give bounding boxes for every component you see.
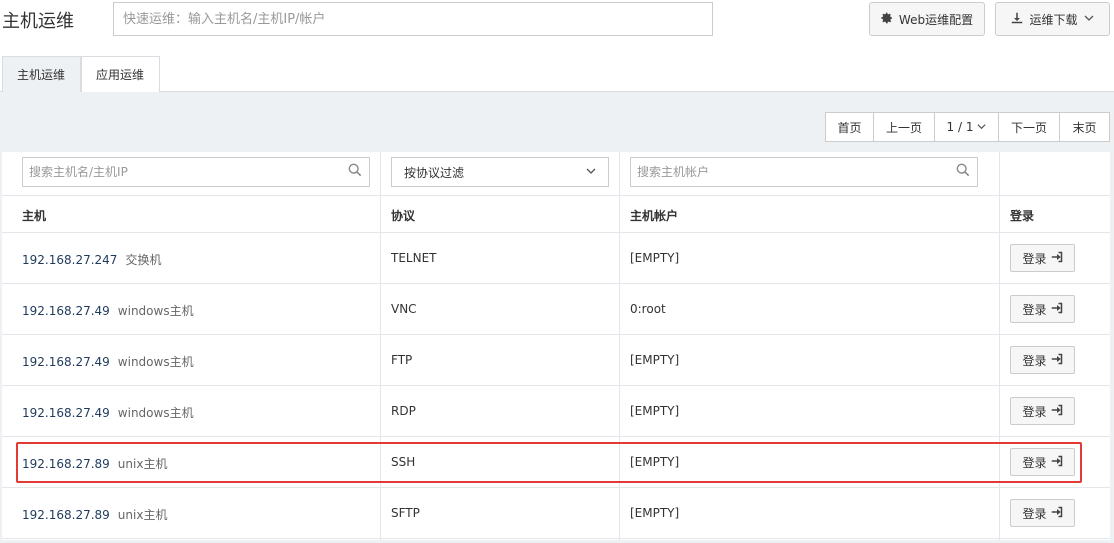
quick-search-input[interactable] [113, 2, 713, 36]
login-button[interactable]: 登录 [1010, 448, 1075, 476]
protocol-filter-select[interactable]: 按协议过滤 [391, 157, 609, 187]
protocol-filter-label: 按协议过滤 [404, 165, 465, 180]
account-cell: [EMPTY] [630, 404, 680, 418]
pager-last-button[interactable]: 末页 [1060, 113, 1109, 141]
host-cell: 192.168.27.89 unix主机 [22, 506, 167, 523]
login-label: 登录 [1022, 455, 1047, 470]
pager-next-button[interactable]: 下一页 [999, 113, 1060, 141]
host-name: windows主机 [117, 355, 194, 369]
web-config-button[interactable]: Web运维配置 [869, 2, 985, 36]
login-button[interactable]: 登录 [1010, 244, 1075, 272]
host-name: unix主机 [117, 508, 168, 522]
host-ip: 192.168.27.89 [22, 508, 110, 522]
table-row: 192.168.27.49 windows主机 FTP [EMPTY] 登录 [2, 335, 1110, 386]
login-label: 登录 [1022, 404, 1047, 419]
host-ip: 192.168.27.49 [22, 304, 110, 318]
pager-prev-button[interactable]: 上一页 [874, 113, 935, 141]
login-label: 登录 [1022, 251, 1047, 266]
web-config-label: Web运维配置 [898, 12, 974, 27]
protocol-cell: TELNET [391, 251, 437, 265]
protocol-cell: VNC [391, 302, 417, 316]
column-header-host: 主机 [22, 209, 47, 223]
download-button[interactable]: 运维下载 [995, 2, 1110, 36]
top-bar: 主机运维 Web运维配置 运维下载 [0, 0, 1114, 56]
account-cell: [EMPTY] [630, 506, 680, 520]
host-table: 按协议过滤 主机 协议 主机帐户 登录 192.168.27.247 交换机 TE… [2, 152, 1110, 540]
host-cell: 192.168.27.49 windows主机 [22, 353, 194, 370]
filter-row: 按协议过滤 [2, 152, 1110, 195]
host-cell: 192.168.27.89 unix主机 [22, 455, 167, 472]
tab-bar: 主机运维 应用运维 [0, 56, 1114, 92]
page-title: 主机运维 [2, 11, 74, 32]
tab-host-ops[interactable]: 主机运维 [2, 56, 81, 92]
sign-in-icon [1051, 404, 1063, 419]
login-label: 登录 [1022, 302, 1047, 317]
host-name: unix主机 [117, 457, 168, 471]
table-row: 192.168.27.89 unix主机 SSH [EMPTY] 登录 [2, 437, 1110, 488]
account-cell: [EMPTY] [630, 455, 680, 469]
login-button[interactable]: 登录 [1010, 295, 1075, 323]
chevron-down-icon [977, 120, 986, 134]
column-header-account: 主机帐户 [630, 209, 679, 223]
login-label: 登录 [1022, 353, 1047, 368]
download-label: 运维下载 [1029, 12, 1078, 27]
protocol-cell: FTP [391, 353, 413, 367]
account-cell: [EMPTY] [630, 251, 680, 265]
sign-in-icon [1051, 302, 1063, 317]
search-icon[interactable] [956, 163, 972, 179]
host-ip: 192.168.27.49 [22, 406, 110, 420]
table-row: 192.168.27.49 windows主机 RDP [EMPTY] 登录 [2, 386, 1110, 437]
table-row: 192.168.27.49 windows主机 VNC 0:root 登录 [2, 284, 1110, 335]
host-cell: 192.168.27.49 windows主机 [22, 302, 194, 319]
login-label: 登录 [1022, 506, 1047, 521]
host-name: windows主机 [117, 304, 194, 318]
host-cell: 192.168.27.247 交换机 [22, 251, 161, 268]
protocol-cell: RDP [391, 404, 416, 418]
account-cell: 0:root [630, 302, 666, 316]
host-search-input[interactable] [22, 157, 370, 187]
table-header: 主机 协议 主机帐户 登录 [2, 195, 1110, 233]
sign-in-icon [1051, 455, 1063, 470]
table-row: 192.168.27.247 交换机 TELNET [EMPTY] 登录 [2, 233, 1110, 284]
pager-page-select[interactable]: 1 / 1 [935, 113, 999, 141]
protocol-cell: SFTP [391, 506, 420, 520]
host-ip: 192.168.27.49 [22, 355, 110, 369]
host-ip: 192.168.27.247 [22, 253, 118, 267]
tab-app-ops[interactable]: 应用运维 [81, 56, 160, 92]
protocol-cell: SSH [391, 455, 416, 469]
chevron-down-icon [1084, 13, 1094, 25]
pager-page-label: 1 / 1 [946, 120, 974, 134]
gear-icon [881, 12, 893, 26]
login-button[interactable]: 登录 [1010, 499, 1075, 527]
account-search-input[interactable] [630, 157, 978, 187]
host-cell: 192.168.27.49 windows主机 [22, 404, 194, 421]
column-header-protocol: 协议 [391, 209, 416, 223]
sign-in-icon [1051, 353, 1063, 368]
account-cell: [EMPTY] [630, 353, 680, 367]
login-button[interactable]: 登录 [1010, 397, 1075, 425]
host-name: windows主机 [117, 406, 194, 420]
download-icon [1011, 12, 1023, 26]
host-ip: 192.168.27.89 [22, 457, 110, 471]
column-header-login: 登录 [1010, 209, 1035, 223]
search-icon[interactable] [348, 163, 364, 179]
host-name: 交换机 [125, 253, 162, 267]
pagination: 首页 上一页 1 / 1 下一页 末页 [825, 112, 1110, 142]
table-row: 192.168.27.89 unix主机 SFTP [EMPTY] 登录 [2, 488, 1110, 539]
sign-in-icon [1051, 506, 1063, 521]
chevron-down-icon [586, 166, 596, 179]
pager-first-button[interactable]: 首页 [826, 113, 874, 141]
login-button[interactable]: 登录 [1010, 346, 1075, 374]
sign-in-icon [1051, 251, 1063, 266]
